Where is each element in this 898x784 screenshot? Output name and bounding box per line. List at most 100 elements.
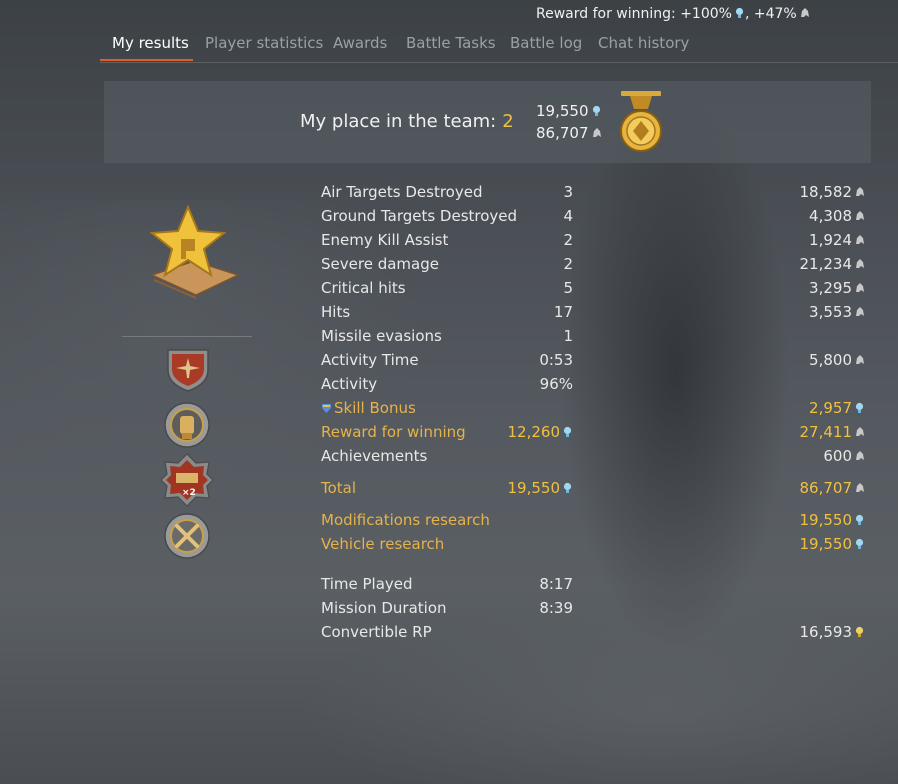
- silver-lion-icon: [800, 8, 809, 17]
- stat-value-count: 5: [563, 279, 573, 297]
- research-point-icon: [855, 402, 864, 413]
- stat-value-count-text: 5: [563, 279, 573, 297]
- stat-label: Total: [321, 479, 356, 497]
- stat-label-text: Time Played: [321, 575, 413, 593]
- stat-label-text: Skill Bonus: [334, 399, 416, 417]
- stat-value-count: 8:17: [539, 575, 573, 593]
- stat-value-count-text: 8:17: [539, 575, 573, 593]
- research-point-icon: [855, 538, 864, 549]
- tab-battle-tasks[interactable]: Battle Tasks: [406, 34, 496, 52]
- silver-lion-icon: [856, 427, 864, 436]
- top-award-star-icon[interactable]: [148, 205, 242, 299]
- stat-row: Skill Bonus 2,957: [321, 399, 881, 421]
- stat-value-reward-text: 19,550: [799, 535, 853, 553]
- stat-label: Ground Targets Destroyed: [321, 207, 517, 225]
- stat-value-reward-text: 19,550: [799, 511, 853, 529]
- stat-value-count-text: 2: [563, 255, 573, 273]
- stat-value-count-text: 4: [563, 207, 573, 225]
- silver-lion-icon: [592, 128, 601, 137]
- stat-label: Activity: [321, 375, 377, 393]
- stat-value-count: 17: [554, 303, 573, 321]
- research-point-icon: [563, 482, 572, 493]
- stat-value-count: 96%: [540, 375, 573, 393]
- banner-rp: 19,550: [536, 102, 602, 120]
- stat-value-count-text: 19,550: [507, 479, 561, 497]
- banner-sl-value: 86,707: [536, 124, 589, 142]
- research-point-icon: [592, 105, 600, 116]
- stat-label-text: Convertible RP: [321, 623, 432, 641]
- stat-value-reward: 3,295: [809, 279, 865, 297]
- stat-label: Modifications research: [321, 511, 490, 529]
- reward-header-sep: , +47%: [744, 6, 797, 22]
- stat-value-reward: 19,550: [800, 511, 866, 529]
- reward-for-winning-header: Reward for winning: +100% , +47%: [536, 6, 810, 22]
- tab-awards[interactable]: Awards: [333, 34, 387, 52]
- stat-value-count-text: 12,260: [507, 423, 561, 441]
- stat-value-count-text: 3: [563, 183, 573, 201]
- stat-label: Critical hits: [321, 279, 406, 297]
- stat-row: Activity 96%: [321, 375, 881, 397]
- stat-value-reward-text: 2,957: [809, 399, 852, 417]
- stat-value-reward-text: 3,553: [809, 303, 852, 321]
- stat-label-text: Enemy Kill Assist: [321, 231, 449, 249]
- silver-lion-icon: [856, 355, 864, 364]
- stat-label: Severe damage: [321, 255, 439, 273]
- stat-value-reward: 4,308: [809, 207, 865, 225]
- stat-value-reward: 2,957: [809, 399, 865, 417]
- skill-rank-icon: [322, 404, 331, 413]
- awards-divider: [122, 336, 252, 337]
- stat-label: Convertible RP: [321, 623, 432, 641]
- research-point-icon: [563, 426, 572, 437]
- stat-row: Mission Duration 8:39: [321, 599, 881, 621]
- stat-value-count: 4: [563, 207, 573, 225]
- stat-row: Convertible RP 16,593: [321, 623, 881, 645]
- tab-my-results[interactable]: My results: [112, 34, 189, 52]
- stat-row: Achievements 600: [321, 447, 881, 469]
- stat-value-count-text: 8:39: [539, 599, 573, 617]
- tab-battle-log[interactable]: Battle log: [510, 34, 582, 52]
- stat-value-reward-text: 5,800: [809, 351, 852, 369]
- place-medal-icon[interactable]: [618, 89, 664, 155]
- aircraft-shield-award-icon[interactable]: [164, 344, 212, 392]
- stat-value-reward: 27,411: [800, 423, 866, 441]
- stat-label: Mission Duration: [321, 599, 447, 617]
- stat-label-text: Air Targets Destroyed: [321, 183, 483, 201]
- silver-lion-icon: [856, 187, 864, 196]
- stat-row: Activity Time 0:53 5,800: [321, 351, 881, 373]
- stat-value-reward: 600: [823, 447, 865, 465]
- convertible-rp-icon: [855, 626, 864, 637]
- stat-value-reward: 5,800: [809, 351, 865, 369]
- stat-value-reward: 3,553: [809, 303, 865, 321]
- stat-row: Severe damage 2 21,234: [321, 255, 881, 277]
- stat-value-count-text: 1: [563, 327, 573, 345]
- silver-lion-icon: [856, 211, 864, 220]
- stat-label-text: Reward for winning: [321, 423, 466, 441]
- silver-lion-icon: [856, 259, 864, 268]
- silver-lion-icon: [856, 283, 864, 292]
- stat-value-reward-text: 3,295: [809, 279, 852, 297]
- silver-lion-icon: [856, 307, 864, 316]
- stat-row: Enemy Kill Assist 2 1,924: [321, 231, 881, 253]
- stat-label: Air Targets Destroyed: [321, 183, 482, 201]
- stat-value-reward: 18,582: [800, 183, 866, 201]
- stat-row: Time Played 8:17: [321, 575, 881, 597]
- fist-award-icon[interactable]: [163, 401, 211, 449]
- stat-row: Hits 17 3,553: [321, 303, 881, 325]
- team-place-banner: My place in the team: 2 19,550 86,707: [104, 81, 871, 163]
- silver-lion-icon: [856, 235, 864, 244]
- stat-row: Vehicle research 19,550: [321, 535, 881, 557]
- tab-player-statistics[interactable]: Player statistics: [205, 34, 323, 52]
- stat-value-reward-text: 18,582: [799, 183, 853, 201]
- stat-label: Reward for winning: [321, 423, 466, 441]
- stat-label-text: Vehicle research: [321, 535, 445, 553]
- stat-value-count-text: 96%: [539, 375, 573, 393]
- stat-label-text: Mission Duration: [321, 599, 447, 617]
- stat-label-text: Missile evasions: [321, 327, 442, 345]
- stat-label: Time Played: [321, 575, 413, 593]
- team-place-value: 2: [502, 111, 514, 132]
- stat-label-text: Severe damage: [321, 255, 439, 273]
- tab-chat-history[interactable]: Chat history: [598, 34, 689, 52]
- crossed-swords-award-icon[interactable]: [163, 512, 211, 560]
- stat-value-reward-text: 86,707: [799, 479, 853, 497]
- double-kill-award-icon[interactable]: ×2: [160, 453, 214, 507]
